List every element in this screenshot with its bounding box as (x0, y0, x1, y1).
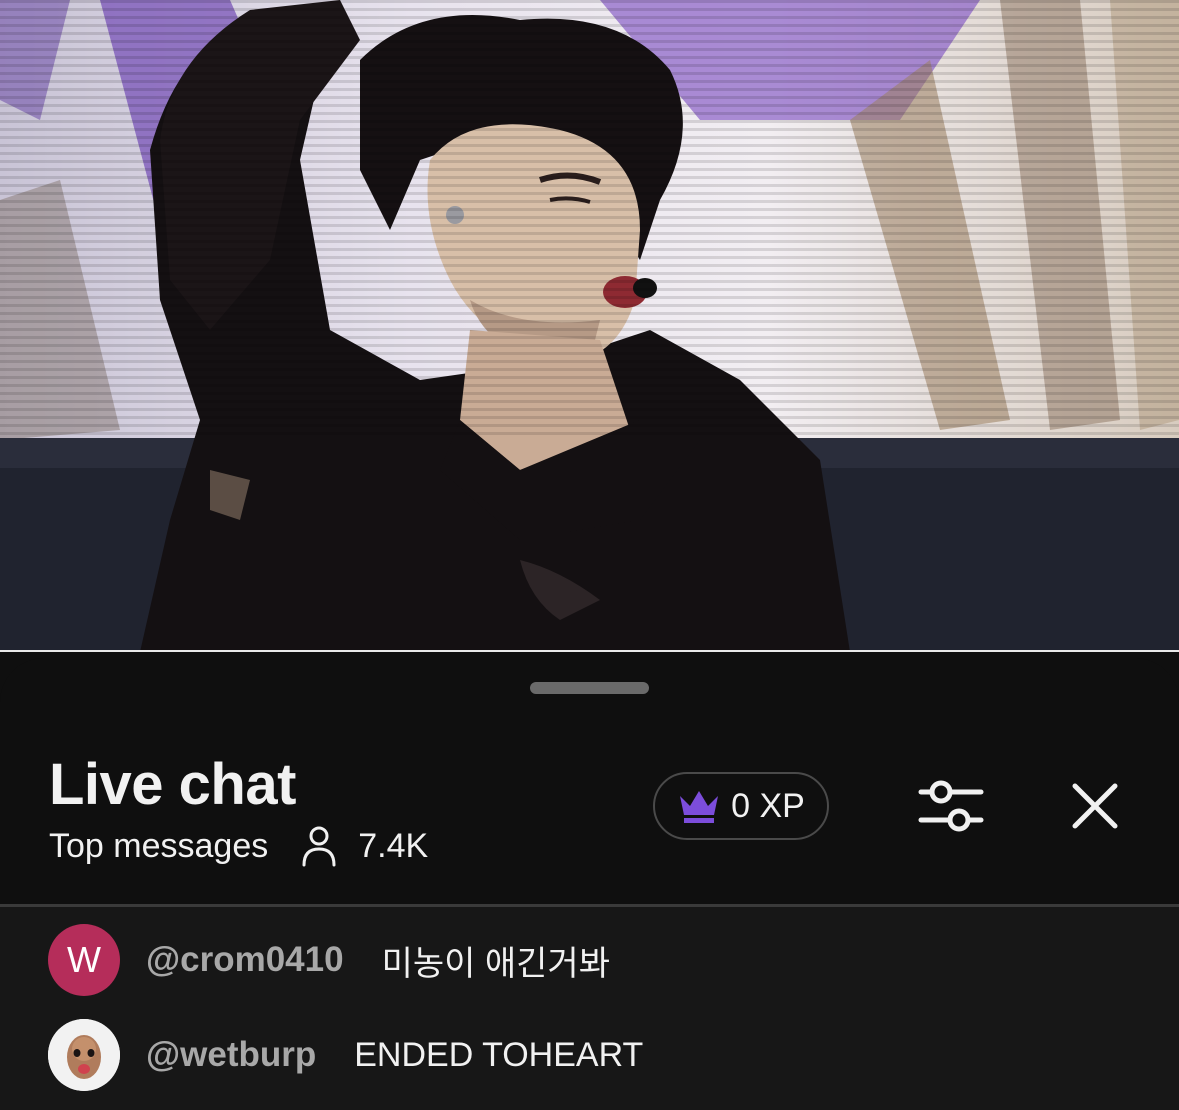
video-progress-bar[interactable] (0, 650, 1179, 652)
message-author[interactable]: @wetburp (146, 1035, 316, 1075)
avatar-image (48, 1019, 120, 1091)
chat-mode-selector[interactable]: Top messages (49, 827, 268, 866)
xp-button[interactable]: 0 XP (653, 772, 829, 840)
crown-icon (680, 791, 719, 823)
video-progress-fill (0, 650, 1179, 652)
sheet-drag-handle[interactable] (530, 682, 649, 694)
avatar[interactable] (48, 1019, 120, 1091)
xp-label: 0 XP (731, 786, 805, 825)
message-text: 미농이 애긴거봐 (381, 944, 610, 983)
viewer-count: 7.4K (358, 826, 429, 865)
chat-message-list[interactable]: W @crom0410 미농이 애긴거봐 @wetburp ENDED TOHE… (0, 907, 1179, 1110)
chat-message[interactable]: @wetburp ENDED TOHEART (48, 1019, 643, 1091)
avatar[interactable]: W (48, 924, 120, 996)
message-text: ENDED TOHEART (354, 1035, 644, 1074)
message-author[interactable]: @crom0410 (146, 940, 344, 980)
video-frame (0, 0, 1179, 652)
chat-subheader: Top messages 7.4K (49, 823, 428, 869)
live-chat-panel: Live chat Top messages 7.4K 0 XP W @crom… (0, 658, 1179, 1110)
person-icon (302, 826, 336, 867)
chat-title: Live chat (49, 752, 296, 817)
app-root: Live chat Top messages 7.4K 0 XP W @crom… (0, 0, 1179, 1110)
sliders-icon[interactable] (915, 776, 987, 838)
chat-message[interactable]: W @crom0410 미농이 애긴거봐 (48, 924, 610, 996)
close-icon[interactable] (1067, 778, 1123, 834)
video-player[interactable] (0, 0, 1179, 652)
